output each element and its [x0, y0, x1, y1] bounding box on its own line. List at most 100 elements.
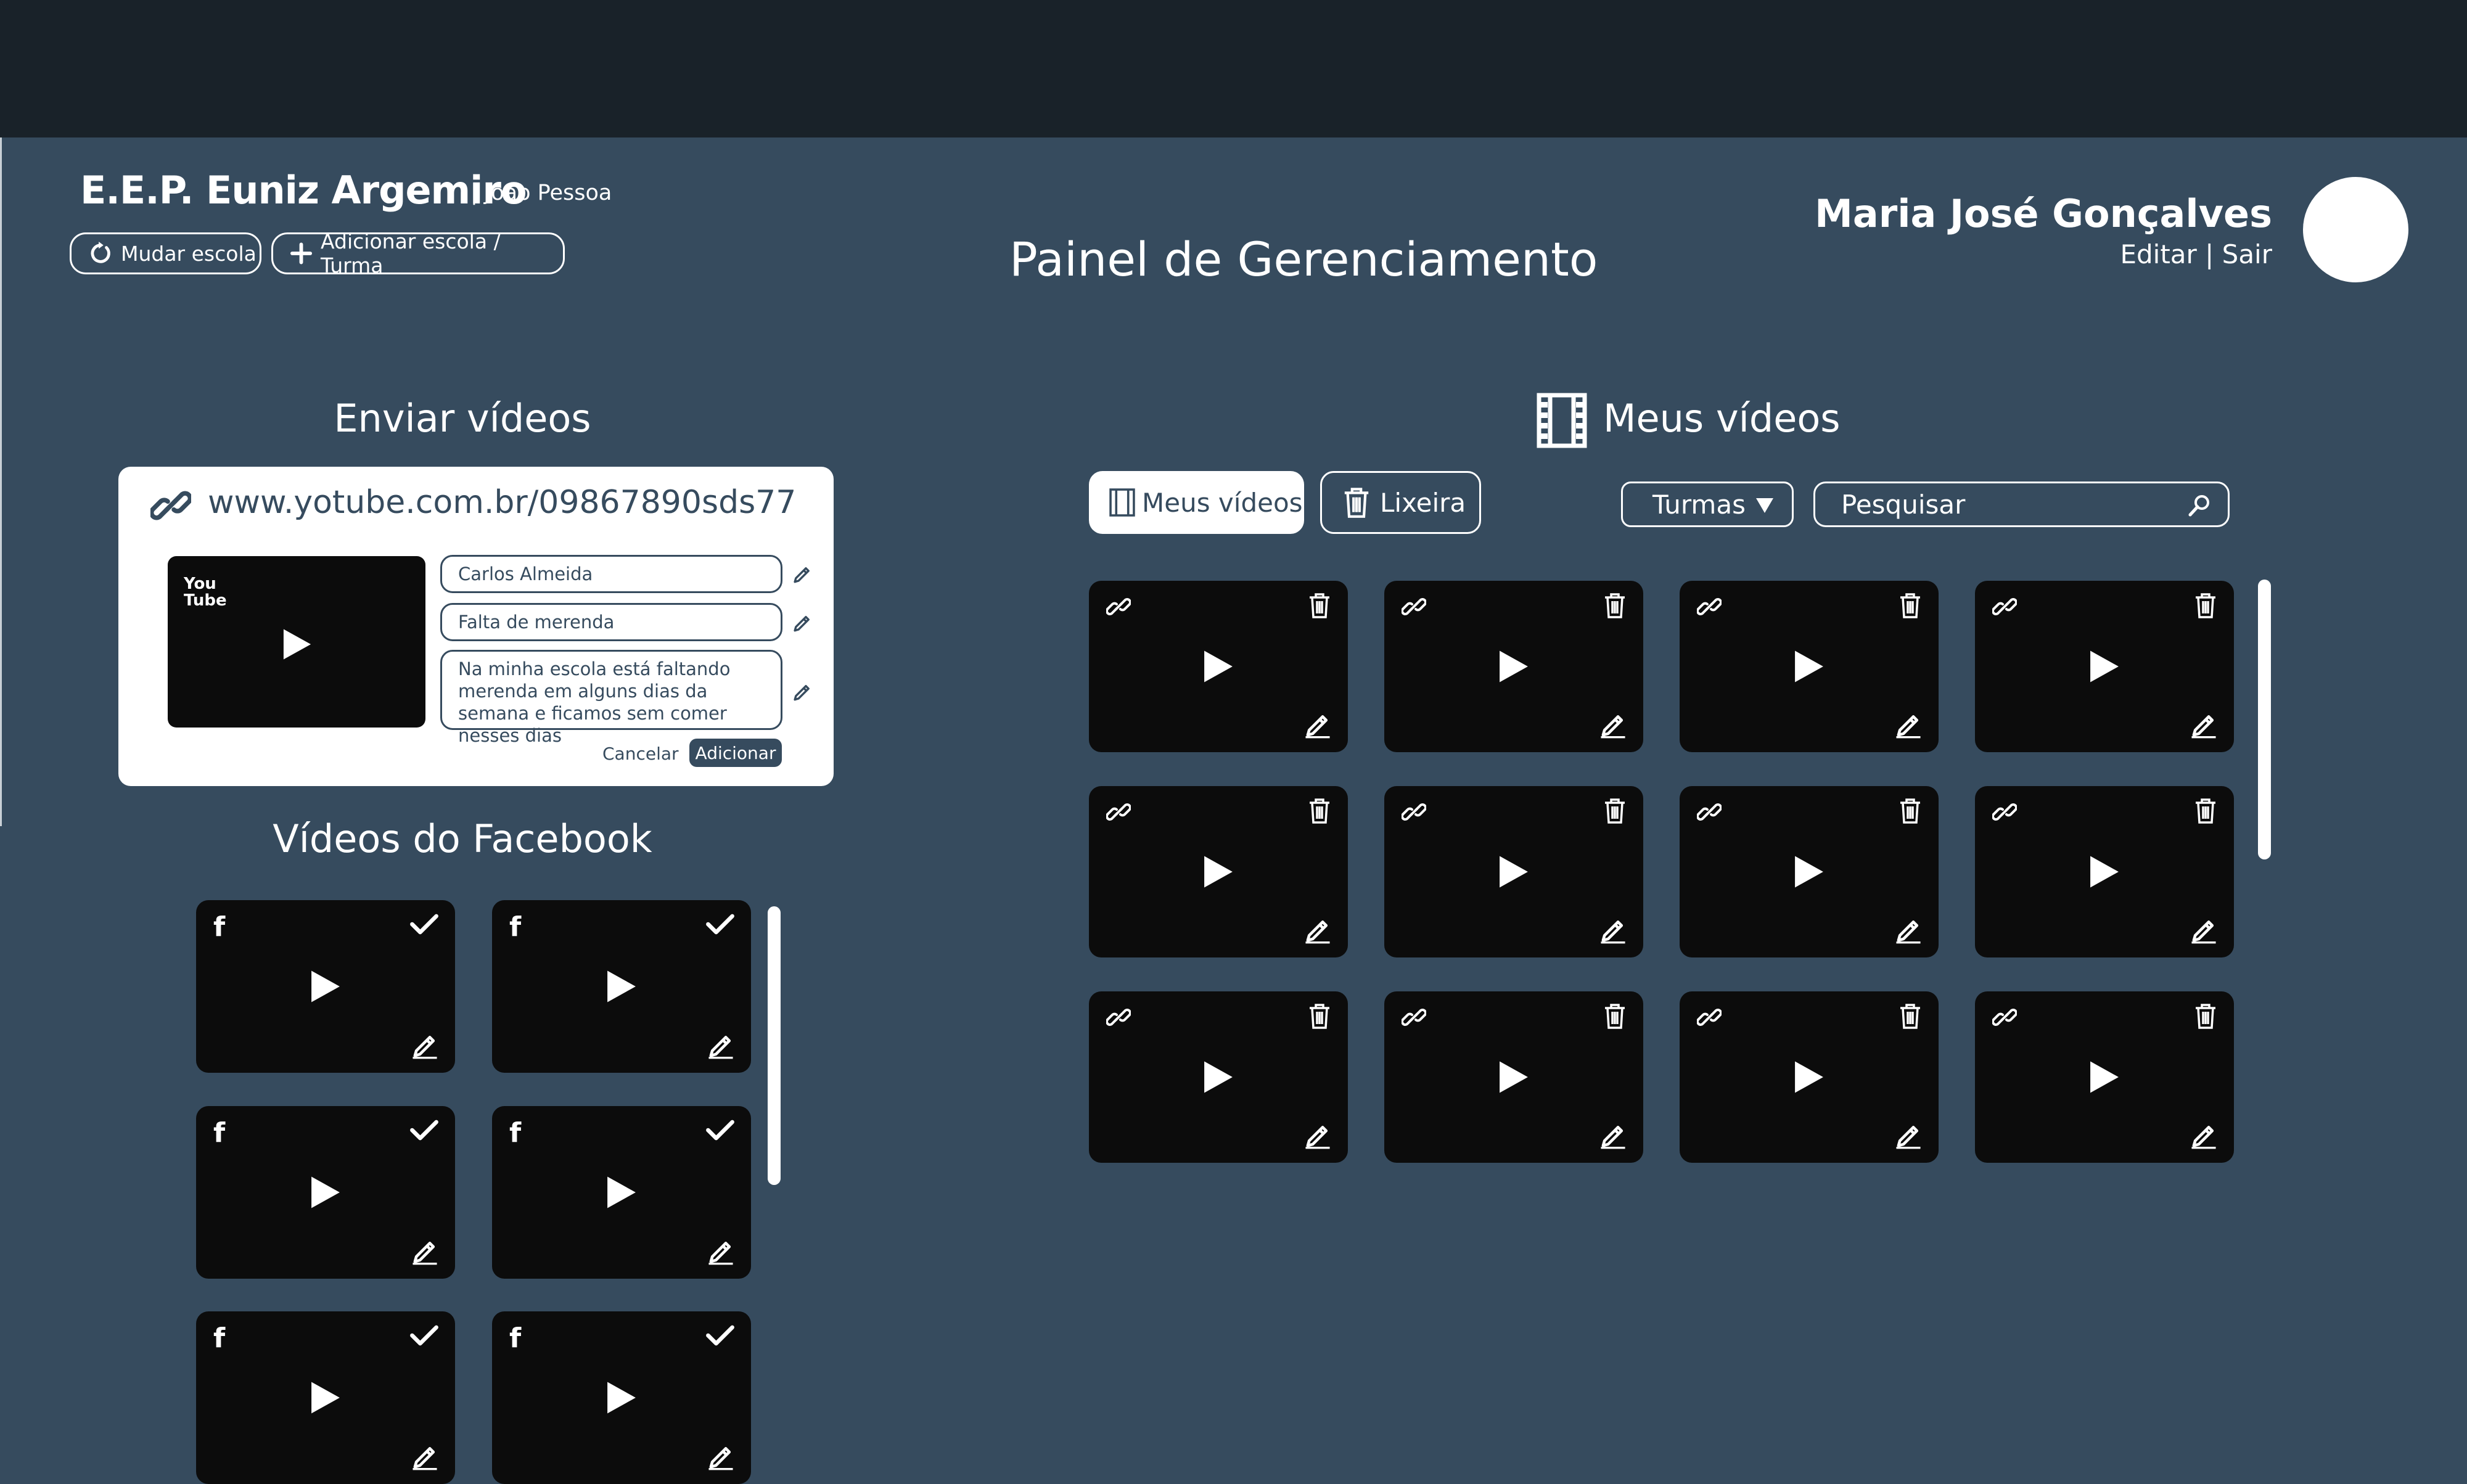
check-icon[interactable]	[409, 912, 439, 936]
user-links[interactable]: Editar | Sair	[2120, 239, 2272, 269]
search-input[interactable]: Pesquisar	[1813, 482, 2230, 527]
play-icon[interactable]	[1793, 855, 1825, 889]
check-icon[interactable]	[705, 912, 735, 936]
my-video-card[interactable]	[1975, 991, 2234, 1163]
avatar[interactable]	[2303, 177, 2408, 282]
link-icon[interactable]	[1402, 1005, 1426, 1030]
link-icon[interactable]	[1697, 800, 1722, 824]
trash-icon[interactable]	[2193, 1002, 2218, 1030]
trash-icon[interactable]	[2193, 797, 2218, 824]
pencil-icon[interactable]	[1599, 916, 1627, 944]
play-icon[interactable]	[1498, 649, 1530, 684]
play-icon[interactable]	[310, 1380, 342, 1415]
pencil-icon[interactable]	[792, 612, 813, 633]
link-icon[interactable]	[1992, 800, 2017, 824]
my-video-card[interactable]	[1975, 786, 2234, 957]
pencil-icon[interactable]	[707, 1442, 735, 1470]
play-icon[interactable]	[1498, 855, 1530, 889]
video-url-input[interactable]: www.yotube.com.br/09867890sds77	[208, 484, 796, 521]
author-field[interactable]: Carlos Almeida	[440, 555, 782, 593]
play-icon[interactable]	[310, 1175, 342, 1210]
my-video-card[interactable]	[1680, 991, 1939, 1163]
pencil-icon[interactable]	[2190, 710, 2218, 739]
my-video-card[interactable]	[1384, 786, 1643, 957]
link-icon[interactable]	[1992, 594, 2017, 619]
trash-icon[interactable]	[1307, 1002, 1332, 1030]
youtube-thumbnail[interactable]: You Tube	[168, 556, 425, 728]
trash-icon[interactable]	[1307, 592, 1332, 619]
pencil-icon[interactable]	[411, 1237, 439, 1265]
trash-icon[interactable]	[1898, 797, 1923, 824]
add-button[interactable]: Adicionar	[689, 739, 782, 767]
check-icon[interactable]	[705, 1118, 735, 1142]
pencil-icon[interactable]	[2190, 1121, 2218, 1149]
subject-field[interactable]: Falta de merenda	[440, 603, 782, 641]
play-icon[interactable]	[1793, 1060, 1825, 1094]
facebook-scrollbar[interactable]	[768, 906, 781, 1185]
my-video-card[interactable]	[1680, 581, 1939, 752]
play-icon[interactable]	[605, 1380, 638, 1415]
play-icon[interactable]	[1498, 1060, 1530, 1094]
pencil-icon[interactable]	[1599, 1121, 1627, 1149]
my-video-card[interactable]	[1384, 581, 1643, 752]
link-icon[interactable]	[1697, 1005, 1722, 1030]
pencil-icon[interactable]	[707, 1031, 735, 1059]
pencil-icon[interactable]	[1303, 916, 1332, 944]
trash-icon[interactable]	[1603, 592, 1627, 619]
pencil-icon[interactable]	[792, 564, 813, 584]
link-icon[interactable]	[1697, 594, 1722, 619]
check-icon[interactable]	[409, 1118, 439, 1142]
trash-icon[interactable]	[1603, 1002, 1627, 1030]
trash-icon[interactable]	[1898, 1002, 1923, 1030]
link-icon[interactable]	[1992, 1005, 2017, 1030]
facebook-video-card[interactable]: f	[492, 1311, 751, 1484]
trash-icon[interactable]	[1898, 592, 1923, 619]
my-video-card[interactable]	[1680, 786, 1939, 957]
my-video-card[interactable]	[1384, 991, 1643, 1163]
pencil-icon[interactable]	[1894, 1121, 1923, 1149]
play-icon[interactable]	[1202, 649, 1234, 684]
facebook-video-card[interactable]: f	[492, 1106, 751, 1279]
pencil-icon[interactable]	[1894, 916, 1923, 944]
play-icon[interactable]	[1793, 649, 1825, 684]
pencil-icon[interactable]	[792, 681, 813, 702]
pencil-icon[interactable]	[1303, 710, 1332, 739]
facebook-video-card[interactable]: f	[492, 900, 751, 1073]
my-video-card[interactable]	[1975, 581, 2234, 752]
link-icon[interactable]	[1402, 800, 1426, 824]
play-icon[interactable]	[605, 1175, 638, 1210]
pencil-icon[interactable]	[707, 1237, 735, 1265]
play-icon[interactable]	[1202, 1060, 1234, 1094]
tab-trash[interactable]: Lixeira	[1320, 471, 1481, 534]
class-filter-select[interactable]: Turmas	[1621, 482, 1794, 527]
trash-icon[interactable]	[2193, 592, 2218, 619]
trash-icon[interactable]	[1307, 797, 1332, 824]
link-icon[interactable]	[1106, 594, 1131, 619]
play-icon[interactable]	[310, 969, 342, 1004]
play-icon[interactable]	[2088, 649, 2120, 684]
my-video-card[interactable]	[1089, 581, 1348, 752]
pencil-icon[interactable]	[1894, 710, 1923, 739]
pencil-icon[interactable]	[411, 1031, 439, 1059]
pencil-icon[interactable]	[411, 1442, 439, 1470]
change-school-button[interactable]: Mudar escola	[70, 232, 261, 274]
check-icon[interactable]	[705, 1324, 735, 1347]
pencil-icon[interactable]	[2190, 916, 2218, 944]
facebook-video-card[interactable]: f	[196, 900, 455, 1073]
cancel-button[interactable]: Cancelar	[602, 744, 679, 764]
tab-my-videos[interactable]: Meus vídeos	[1089, 471, 1304, 534]
trash-icon[interactable]	[1603, 797, 1627, 824]
play-icon[interactable]	[1202, 855, 1234, 889]
my-videos-scrollbar[interactable]	[2258, 580, 2271, 859]
add-school-button[interactable]: Adicionar escola / Turma	[271, 229, 565, 277]
play-icon[interactable]	[2088, 1060, 2120, 1094]
facebook-video-card[interactable]: f	[196, 1106, 455, 1279]
pencil-icon[interactable]	[1599, 710, 1627, 739]
description-field[interactable]: Na minha escola está faltando merenda em…	[440, 650, 782, 746]
my-video-card[interactable]	[1089, 991, 1348, 1163]
link-icon[interactable]	[1106, 1005, 1131, 1030]
link-icon[interactable]	[1106, 800, 1131, 824]
facebook-video-card[interactable]: f	[196, 1311, 455, 1484]
check-icon[interactable]	[409, 1324, 439, 1347]
pencil-icon[interactable]	[1303, 1121, 1332, 1149]
